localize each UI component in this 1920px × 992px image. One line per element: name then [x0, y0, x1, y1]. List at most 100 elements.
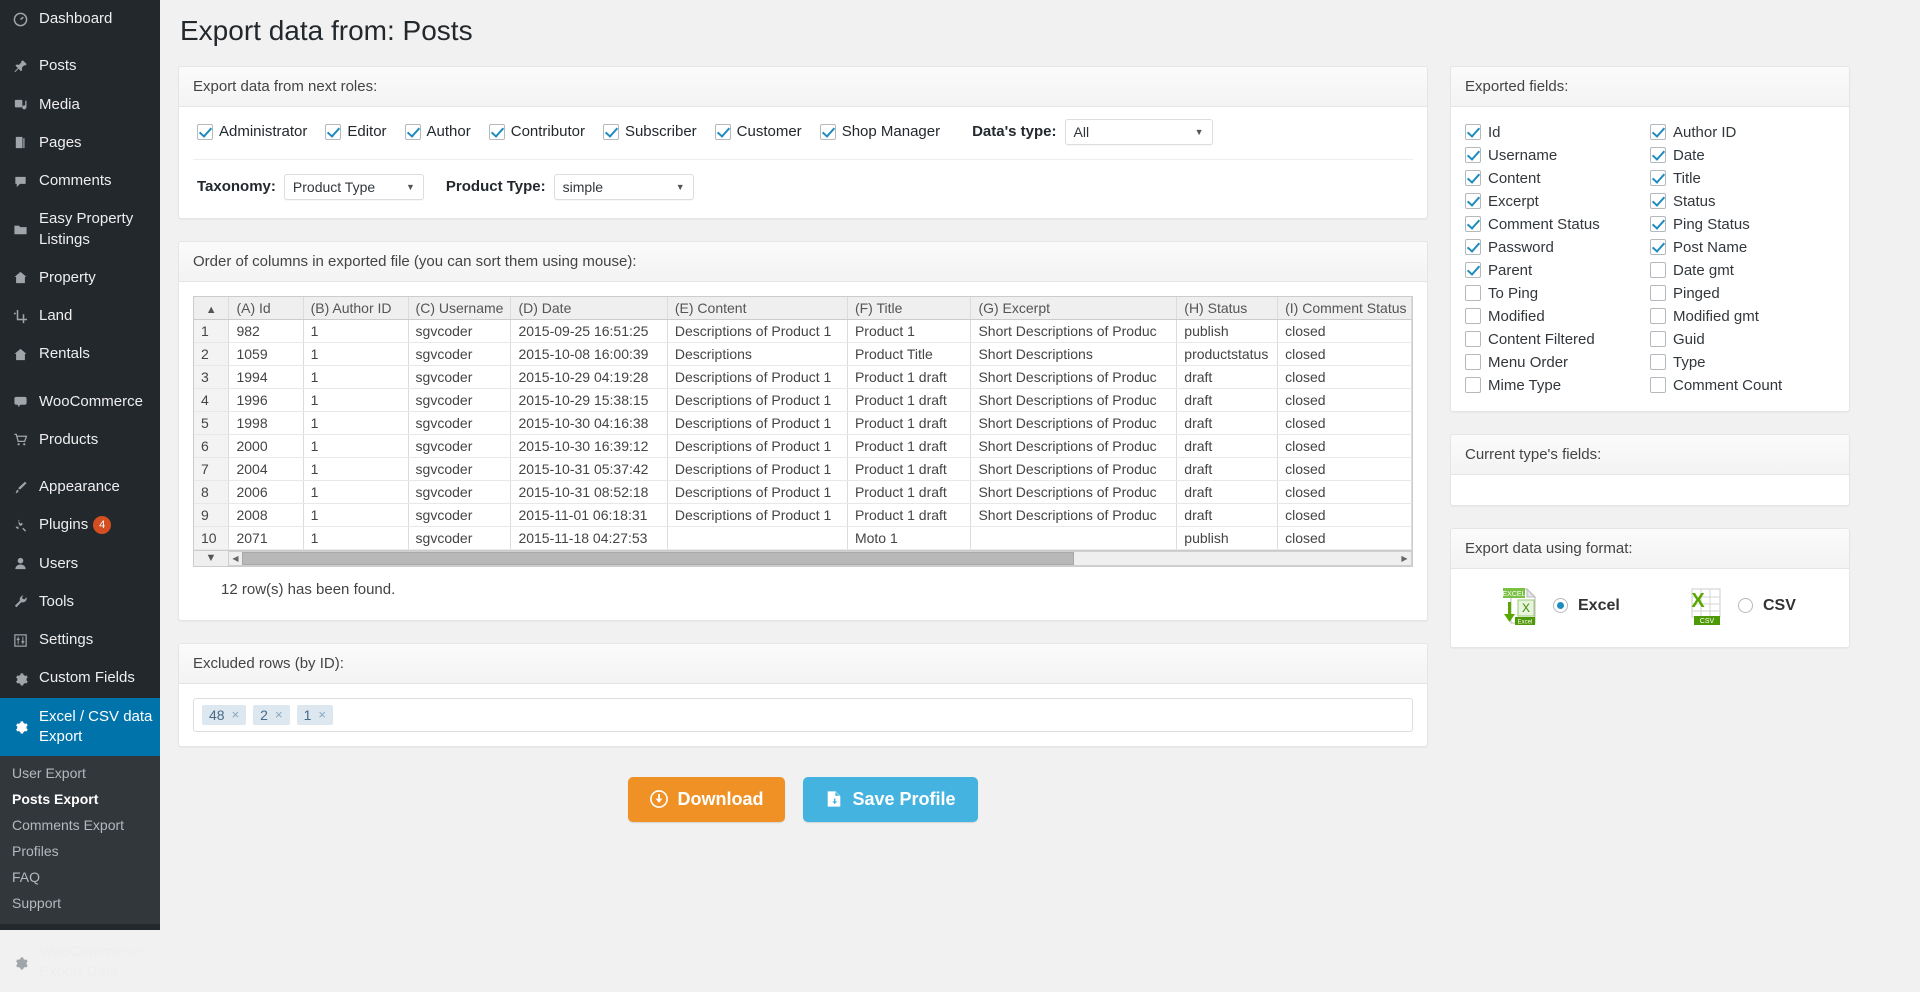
checkbox-icon[interactable]: [1465, 124, 1481, 141]
field-checkbox-date[interactable]: Date: [1650, 144, 1835, 167]
column-header-b[interactable]: (B) Author ID: [303, 296, 409, 320]
sidebar-item-tools[interactable]: Tools: [0, 583, 160, 621]
column-header-e[interactable]: (E) Content: [667, 296, 848, 320]
checkbox-icon[interactable]: [1465, 285, 1481, 302]
checkbox-icon[interactable]: [1465, 147, 1481, 164]
sidebar-item-excel-csv-export[interactable]: Excel / CSV data Export: [0, 697, 160, 756]
column-header-i[interactable]: (I) Comment Status: [1277, 296, 1412, 320]
field-checkbox-guid[interactable]: Guid: [1650, 328, 1835, 351]
excluded-row-tag[interactable]: 1 ×: [296, 704, 333, 725]
field-checkbox-content-filtered[interactable]: Content Filtered: [1465, 328, 1650, 351]
save-profile-button[interactable]: Save Profile: [803, 776, 978, 822]
checkbox-icon[interactable]: [197, 123, 213, 140]
sidebar-item-land[interactable]: Land: [0, 297, 160, 335]
excluded-rows-input[interactable]: 48 × 2 × 1 ×: [193, 697, 1413, 732]
sidebar-item-easy-property-listings[interactable]: Easy Property Listings: [0, 200, 160, 259]
checkbox-icon[interactable]: [1650, 285, 1666, 302]
field-checkbox-excerpt[interactable]: Excerpt: [1465, 190, 1650, 213]
checkbox-icon[interactable]: [1650, 239, 1666, 256]
checkbox-icon[interactable]: [1465, 308, 1481, 325]
scroll-left-icon[interactable]: ◀: [229, 554, 242, 563]
checkbox-icon[interactable]: [488, 123, 505, 140]
sidebar-item-products[interactable]: Products: [0, 421, 160, 459]
field-checkbox-author-id[interactable]: Author ID: [1650, 121, 1835, 144]
field-checkbox-mime-type[interactable]: Mime Type: [1465, 374, 1650, 397]
role-checkbox-subscriber[interactable]: Subscriber: [602, 123, 697, 140]
field-checkbox-type[interactable]: Type: [1650, 351, 1835, 374]
role-checkbox-contributor[interactable]: Contributor: [488, 123, 585, 140]
field-checkbox-comment-status[interactable]: Comment Status: [1465, 213, 1650, 236]
table-row[interactable]: 8 2006 1 sgvcoder 2015-10-31 08:52:18 Descrip…: [194, 480, 1412, 504]
remove-tag-icon[interactable]: ×: [318, 707, 326, 722]
remove-tag-icon[interactable]: ×: [275, 707, 283, 722]
format-option-excel[interactable]: EXCEL X Excel Excel: [1465, 585, 1650, 627]
checkbox-icon[interactable]: [1650, 170, 1666, 187]
sidebar-item-woocommerce[interactable]: WooCommerce: [0, 383, 160, 421]
checkbox-icon[interactable]: [1465, 216, 1481, 233]
scroll-right-icon[interactable]: ▶: [1398, 554, 1411, 563]
sidebar-item-custom-fields[interactable]: Custom Fields: [0, 659, 160, 697]
role-checkbox-shop-manager[interactable]: Shop Manager: [819, 123, 940, 140]
checkbox-icon[interactable]: [325, 123, 342, 140]
field-checkbox-status[interactable]: Status: [1650, 190, 1835, 213]
role-checkbox-author[interactable]: Author: [404, 123, 471, 140]
taxonomy-select[interactable]: Product Type ▼: [283, 173, 424, 200]
field-checkbox-username[interactable]: Username: [1465, 144, 1650, 167]
role-checkbox-customer[interactable]: Customer: [714, 123, 802, 140]
column-header-h[interactable]: (H) Status: [1176, 296, 1279, 320]
table-row[interactable]: 9 2008 1 sgvcoder 2015-11-01 06:18:31 Descrip…: [194, 503, 1412, 527]
checkbox-icon[interactable]: [1650, 377, 1666, 394]
submenu-item-user-export[interactable]: User Export: [0, 760, 160, 786]
sidebar-item-rentals[interactable]: Rentals: [0, 335, 160, 373]
checkbox-icon[interactable]: [714, 123, 731, 140]
field-checkbox-parent[interactable]: Parent: [1465, 259, 1650, 282]
sidebar-item-dashboard[interactable]: Dashboard: [0, 0, 160, 38]
checkbox-icon[interactable]: [404, 123, 421, 140]
checkbox-icon[interactable]: [1465, 193, 1481, 210]
column-header-a[interactable]: (A) Id: [228, 296, 304, 320]
excluded-row-tag[interactable]: 48 ×: [202, 704, 247, 725]
submenu-item-faq[interactable]: FAQ: [0, 864, 160, 890]
product-type-select[interactable]: simple ▼: [553, 173, 694, 200]
sort-descending-icon[interactable]: ▼: [194, 552, 228, 564]
table-row[interactable]: 10 2071 1 sgvcoder 2015-11-18 04:27:53 Moto 1…: [194, 526, 1412, 550]
checkbox-icon[interactable]: [1650, 354, 1666, 371]
table-horizontal-scroll-row[interactable]: ▼ ◀ ▶: [194, 549, 1412, 566]
field-checkbox-modified-gmt[interactable]: Modified gmt: [1650, 305, 1835, 328]
sidebar-item-woocommerce-export-data[interactable]: WooCommerce Export Data: [0, 933, 160, 992]
table-row[interactable]: 2 1059 1 sgvcoder 2015-10-08 16:00:39 Descrip…: [194, 342, 1412, 366]
field-checkbox-menu-order[interactable]: Menu Order: [1465, 351, 1650, 374]
sidebar-item-appearance[interactable]: Appearance: [0, 468, 160, 506]
checkbox-icon[interactable]: [1465, 354, 1481, 371]
field-checkbox-ping-status[interactable]: Ping Status: [1650, 213, 1835, 236]
submenu-item-posts-export[interactable]: Posts Export: [0, 786, 160, 812]
field-checkbox-content[interactable]: Content: [1465, 167, 1650, 190]
table-row[interactable]: 6 2000 1 sgvcoder 2015-10-30 16:39:12 Descrip…: [194, 434, 1412, 458]
submenu-item-profiles[interactable]: Profiles: [0, 838, 160, 864]
checkbox-icon[interactable]: [1465, 377, 1481, 394]
table-row[interactable]: 5 1998 1 sgvcoder 2015-10-30 04:16:38 Descrip…: [194, 411, 1412, 435]
checkbox-icon[interactable]: [1465, 262, 1481, 279]
horizontal-scrollbar[interactable]: ◀ ▶: [228, 550, 1412, 566]
table-row[interactable]: 3 1994 1 sgvcoder 2015-10-29 04:19:28 Descrip…: [194, 365, 1412, 389]
role-checkbox-administrator[interactable]: Administrator: [197, 123, 307, 140]
field-checkbox-password[interactable]: Password: [1465, 236, 1650, 259]
table-row[interactable]: 7 2004 1 sgvcoder 2015-10-31 05:37:42 Descrip…: [194, 457, 1412, 481]
sidebar-item-users[interactable]: Users: [0, 545, 160, 583]
checkbox-icon[interactable]: [1650, 262, 1666, 279]
column-header-d[interactable]: (D) Date: [510, 296, 668, 320]
checkbox-icon[interactable]: [1650, 147, 1666, 164]
sidebar-item-settings[interactable]: Settings: [0, 621, 160, 659]
excluded-row-tag[interactable]: 2 ×: [253, 704, 290, 725]
checkbox-icon[interactable]: [1465, 239, 1481, 256]
table-row[interactable]: 1 982 1 sgvcoder 2015-09-25 16:51:25 Descript…: [194, 319, 1412, 343]
checkbox-icon[interactable]: [1650, 193, 1666, 210]
submenu-item-comments-export[interactable]: Comments Export: [0, 812, 160, 838]
field-checkbox-comment-count[interactable]: Comment Count: [1650, 374, 1835, 397]
field-checkbox-id[interactable]: Id: [1465, 121, 1650, 144]
sidebar-item-property[interactable]: Property: [0, 259, 160, 297]
column-header-g[interactable]: (G) Excerpt: [970, 296, 1178, 320]
sidebar-item-plugins[interactable]: Plugins 4: [0, 506, 160, 544]
sort-ascending-icon[interactable]: ▲: [194, 296, 230, 320]
table-row[interactable]: 4 1996 1 sgvcoder 2015-10-29 15:38:15 Descrip…: [194, 388, 1412, 412]
